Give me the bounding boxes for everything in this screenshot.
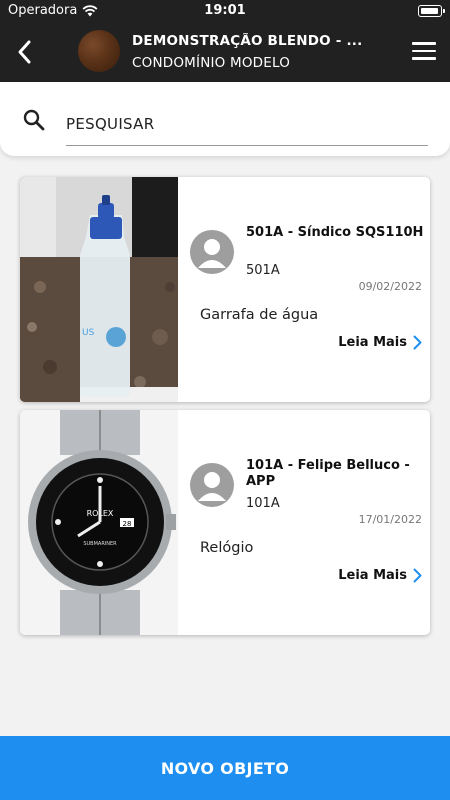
item-description: Relógio [200, 540, 254, 556]
read-more-link[interactable]: Leia Mais [338, 335, 422, 350]
chevron-left-icon [18, 40, 31, 64]
chevron-right-icon [413, 568, 422, 583]
item-photo: US [20, 177, 178, 402]
item-description: Garrafa de água [200, 307, 319, 323]
app-header: Operadora 19:01 DEMONSTRAÇÃO BLENDO - ..… [0, 0, 450, 82]
svg-text:SUBMARINER: SUBMARINER [83, 541, 117, 547]
item-date: 17/01/2022 [358, 513, 422, 526]
menu-icon-line [412, 49, 436, 52]
status-bar: Operadora 19:01 [0, 0, 450, 22]
page-title: DEMONSTRAÇÃO BLENDO - ... [132, 33, 363, 49]
menu-button[interactable] [412, 42, 436, 62]
status-time: 19:01 [204, 3, 246, 18]
condominium-avatar [78, 30, 120, 72]
item-resident-name: 101A - Felipe Belluco - APP [246, 458, 410, 489]
menu-icon-line [412, 57, 436, 60]
bottle-photo: US [20, 177, 178, 402]
chevron-right-icon [413, 335, 422, 350]
menu-icon [412, 42, 436, 45]
list-item[interactable]: ROLEX SUBMARINER 28 101A - Felipe Belluc… [20, 410, 430, 635]
item-resident-name: 501A - Síndico SQS110H [246, 225, 424, 240]
read-more-label: Leia Mais [338, 335, 407, 350]
read-more-link[interactable]: Leia Mais [338, 568, 422, 583]
new-object-button[interactable]: NOVO OBJETO [0, 736, 450, 800]
list-item[interactable]: US 501A - Síndico SQS110H 501A 09/02/202… [20, 177, 430, 402]
search-icon[interactable] [22, 108, 46, 132]
item-date: 09/02/2022 [358, 280, 422, 293]
new-object-label: NOVO OBJETO [160, 758, 290, 778]
item-unit: 501A [246, 263, 280, 278]
card-body: 501A - Síndico SQS110H 501A 09/02/2022 G… [178, 177, 430, 402]
svg-text:28: 28 [123, 520, 132, 528]
battery-icon [418, 5, 445, 17]
card-body: 101A - Felipe Belluco - APP 101A 17/01/2… [178, 410, 430, 635]
watch-photo: ROLEX SUBMARINER 28 [20, 410, 178, 635]
back-button[interactable] [10, 36, 38, 68]
search-input[interactable] [66, 102, 428, 146]
search-panel [0, 82, 450, 156]
read-more-label: Leia Mais [338, 568, 407, 583]
page-subtitle: CONDOMÍNIO MODELO [132, 55, 291, 71]
svg-text:US: US [82, 328, 95, 338]
user-avatar-icon [190, 463, 234, 507]
item-unit: 101A [246, 496, 280, 511]
user-avatar-icon [190, 230, 234, 274]
item-photo: ROLEX SUBMARINER 28 [20, 410, 178, 635]
